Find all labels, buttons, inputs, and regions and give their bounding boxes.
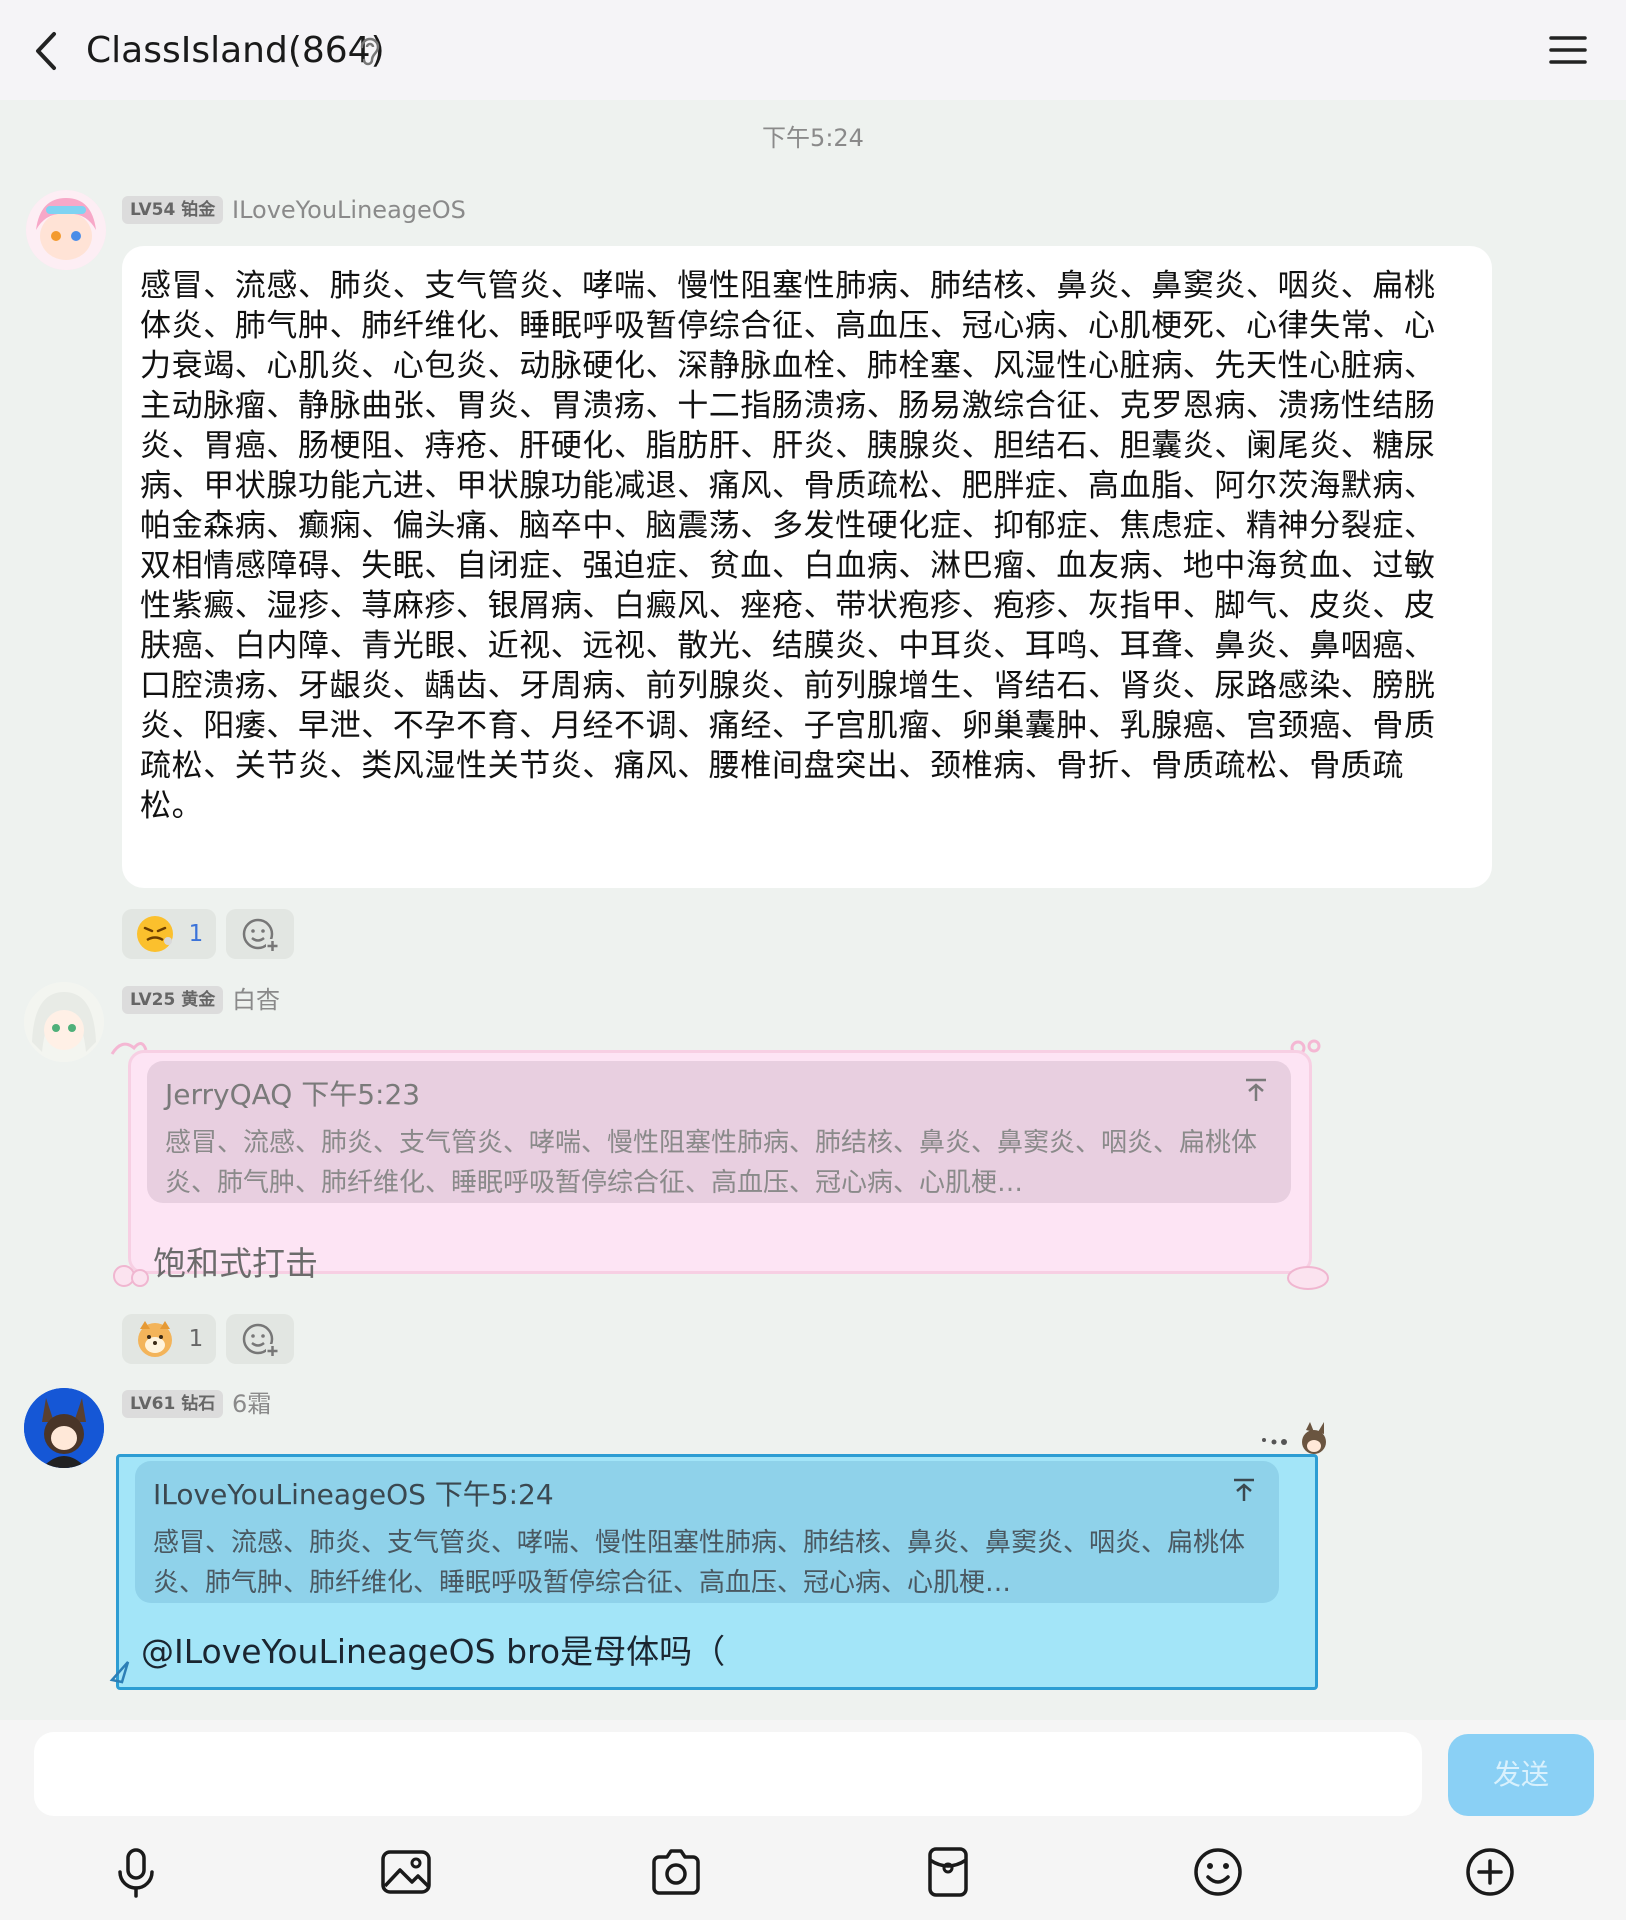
emoji-icon[interactable] xyxy=(1190,1844,1246,1900)
message-input[interactable] xyxy=(34,1732,1422,1816)
message-text: 饱和式打击 xyxy=(153,1244,318,1283)
bubble-corner-decoration-icon xyxy=(1287,1266,1329,1290)
add-reaction-icon xyxy=(242,918,279,952)
quote-text: 感冒、流感、肺炎、支气管炎、哮喘、慢性阻塞性肺病、肺结核、鼻炎、鼻窦炎、咽炎、扁… xyxy=(153,1528,1246,1598)
reaction-count: 1 xyxy=(188,1326,204,1352)
doge-emoji-icon xyxy=(137,1321,172,1357)
avatar[interactable] xyxy=(24,982,104,1062)
menu-icon[interactable] xyxy=(1548,30,1588,70)
quote-author: JerryQAQ 下午5:23 xyxy=(165,1078,421,1111)
add-reaction-button[interactable] xyxy=(226,909,294,959)
message-text: 感冒、流感、肺炎、支气管炎、哮喘、慢性阻塞性肺病、肺结核、鼻炎、鼻窦炎、咽炎、扁… xyxy=(140,268,1436,824)
huff-emoji-icon xyxy=(136,916,173,952)
sender-name[interactable]: 6霜 xyxy=(232,1390,271,1418)
red-packet-icon[interactable] xyxy=(920,1844,976,1900)
quoted-message[interactable]: JerryQAQ 下午5:23 感冒、流感、肺炎、支气管炎、哮喘、慢性阻塞性肺病… xyxy=(147,1061,1291,1203)
message-timestamp: 下午5:24 xyxy=(762,124,864,152)
plus-icon[interactable] xyxy=(1462,1844,1518,1900)
message-text: @ILoveYouLineageOS bro是母体吗（ xyxy=(141,1632,726,1671)
quoted-message[interactable]: ILoveYouLineageOS 下午5:24 感冒、流感、肺炎、支气管炎、哮… xyxy=(135,1461,1279,1603)
level-badge: LV54 铂金 xyxy=(122,196,224,224)
bubble-corner-decoration-icon xyxy=(109,1661,130,1684)
jump-to-message-icon[interactable] xyxy=(1231,1477,1257,1503)
anime-avatar-icon xyxy=(26,190,106,270)
add-reaction-icon xyxy=(242,1323,279,1357)
ear-icon xyxy=(360,37,380,66)
anime-avatar-icon xyxy=(24,1388,104,1468)
level-badge: LV25 黄金 xyxy=(122,986,224,1014)
message-bubble[interactable]: JerryQAQ 下午5:23 感冒、流感、肺炎、支气管炎、哮喘、慢性阻塞性肺病… xyxy=(128,1050,1312,1283)
anime-avatar-icon xyxy=(24,982,104,1062)
add-reaction-button[interactable] xyxy=(226,1314,294,1364)
microphone-icon[interactable] xyxy=(108,1844,164,1900)
jump-to-message-icon[interactable] xyxy=(1243,1077,1269,1103)
avatar[interactable] xyxy=(26,190,106,270)
reaction-chip[interactable]: 1 xyxy=(122,909,216,959)
message-bubble[interactable]: ILoveYouLineageOS 下午5:24 感冒、流感、肺炎、支气管炎、哮… xyxy=(116,1454,1318,1690)
chat-title[interactable]: ClassIsland(864) xyxy=(86,26,385,76)
quote-text: 感冒、流感、肺炎、支气管炎、哮喘、慢性阻塞性肺病、肺结核、鼻炎、鼻窦炎、咽炎、扁… xyxy=(165,1128,1258,1198)
send-button[interactable]: 发送 xyxy=(1448,1734,1594,1816)
top-bar: ClassIsland(864) xyxy=(0,0,1626,100)
reaction-chip[interactable]: 1 xyxy=(122,1314,216,1364)
level-badge: LV61 钻石 xyxy=(122,1390,224,1418)
avatar[interactable] xyxy=(24,1388,104,1468)
input-bar: 发送 xyxy=(0,1720,1626,1920)
message-bubble[interactable]: 感冒、流感、肺炎、支气管炎、哮喘、慢性阻塞性肺病、肺结核、鼻炎、鼻窦炎、咽炎、扁… xyxy=(122,246,1492,888)
bubble-corner-decoration-icon xyxy=(113,1265,149,1287)
reaction-count: 1 xyxy=(188,921,204,947)
quote-author: ILoveYouLineageOS 下午5:24 xyxy=(153,1478,554,1511)
camera-icon[interactable] xyxy=(648,1844,704,1900)
image-icon[interactable] xyxy=(378,1844,434,1900)
back-arrow-icon[interactable] xyxy=(26,26,66,76)
sender-name[interactable]: ILoveYouLineageOS xyxy=(232,196,466,224)
sender-name[interactable]: 白杳 xyxy=(232,986,280,1014)
